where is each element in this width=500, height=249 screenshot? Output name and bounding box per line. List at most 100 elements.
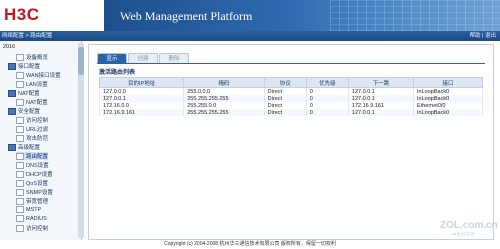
page-icon <box>16 72 24 80</box>
folder-icon <box>8 90 16 98</box>
table-cell: Direct <box>263 109 307 116</box>
table-cell: 0 <box>305 102 349 109</box>
table-cell: InLoopBack0 <box>413 95 483 102</box>
sidebar-item-label: 带宽管理 <box>26 199 49 205</box>
sidebar-scrollbar[interactable] <box>78 43 84 238</box>
col-protocol: 协议 <box>263 77 307 88</box>
sidebar-item[interactable]: 带宽管理 <box>16 197 49 206</box>
table-cell: 127.0.0.1 <box>347 109 415 116</box>
sidebar-item[interactable]: URL过滤 <box>16 125 49 134</box>
route-table: 目的IP地址 掩码 协议 优先级 下一跳 接口 127.0.0.0 255.0.0… <box>98 77 483 116</box>
sidebar-item[interactable]: LAN设置 <box>16 80 48 89</box>
table-cell: 255.255.0.0 <box>183 102 265 109</box>
col-dest-ip: 目的IP地址 <box>98 77 185 88</box>
page-icon <box>16 225 24 233</box>
col-priority: 优先级 <box>305 77 349 88</box>
page-icon <box>16 189 24 197</box>
page-icon <box>16 153 24 161</box>
watermark-subtext: 中关村在线 <box>452 232 475 237</box>
sidebar-item-label: 访问控制 <box>26 118 49 124</box>
sidebar-item-label: NAT配置 <box>18 91 40 97</box>
table-row[interactable]: 127.0.0.0 255.0.0.0 Direct 0 127.0.0.1 InLoop… <box>98 87 483 95</box>
table-header-row: 目的IP地址 掩码 协议 优先级 下一跳 接口 <box>98 77 483 88</box>
page-icon <box>16 99 24 107</box>
col-next-hop: 下一跳 <box>347 77 415 88</box>
page-icon <box>16 215 24 222</box>
sidebar-item-label: DHCP设置 <box>26 172 53 178</box>
sidebar-scroll-thumb[interactable] <box>78 47 84 75</box>
sidebar-item-label: WAN接口设置 <box>26 73 61 79</box>
sidebar-item[interactable]: MSTP <box>16 206 41 213</box>
sidebar-item-label: LAN设置 <box>26 82 48 88</box>
col-mask: 掩码 <box>183 77 265 88</box>
tab-underline <box>97 63 485 64</box>
sidebar-item[interactable]: NAT配置 <box>16 98 48 107</box>
page-icon <box>16 135 24 143</box>
navbar: 网络配置 > 路由配置 帮助 | 退出 <box>0 31 500 41</box>
sidebar-item[interactable]: WAN接口设置 <box>16 71 61 80</box>
table-row[interactable]: 127.0.0.1 255.255.255.255 Direct 0 127.0.0.1… <box>98 95 483 102</box>
sidebar-item-label: 访问控制 <box>26 226 49 232</box>
sidebar-item-label: 设备概览 <box>26 55 49 61</box>
sidebar-item[interactable]: DNS设置 <box>16 161 49 170</box>
sidebar-item[interactable]: 高级配置 <box>8 143 41 152</box>
sidebar-item[interactable]: 攻击防范 <box>16 134 48 143</box>
banner-grid-decoration <box>330 0 500 31</box>
table-cell: 255.0.0.0 <box>183 87 265 95</box>
banner-title: Web Management Platform <box>120 9 253 23</box>
folder-icon <box>8 144 16 152</box>
sidebar-item-label: 安全配置 <box>18 109 41 115</box>
sidebar-item-label: 路由配置 <box>26 154 49 160</box>
sidebar-item-label: MSTP <box>26 206 42 213</box>
table-cell: 127.0.0.1 <box>98 95 185 102</box>
tree-root[interactable]: 2016 <box>3 44 15 50</box>
main-panel: 显示 创建 删除 激活路由列表 目的IP地址 掩码 协议 优先级 下一跳 接口 … <box>88 44 494 240</box>
table-cell: Direct <box>263 102 307 109</box>
sidebar-item-label: SNMP设置 <box>26 190 53 196</box>
page-icon <box>16 54 24 62</box>
page-icon <box>16 162 24 170</box>
sidebar-item[interactable]: 路由配置 <box>16 152 49 161</box>
sidebar-item-label: 接口配置 <box>18 64 41 70</box>
table-cell: InLoopBack0 <box>413 87 483 95</box>
sidebar-item-label: NAT配置 <box>26 100 48 106</box>
sidebar-item[interactable]: 访问控制 <box>16 224 49 233</box>
page-icon <box>16 117 24 125</box>
header: H3C Web Management Platform <box>0 0 500 31</box>
sidebar-item[interactable]: 访问控制 <box>16 116 49 125</box>
table-cell: 255.255.255.255 <box>183 95 265 102</box>
table-cell: 255.255.255.255 <box>183 109 265 116</box>
watermark-logo: ZOL.com.cn <box>440 220 498 231</box>
table-cell: InLoopBack0 <box>413 109 483 116</box>
sidebar-item[interactable]: NAT配置 <box>8 89 40 98</box>
sidebar-item-label: URL过滤 <box>26 127 49 133</box>
table-cell: 127.0.0.1 <box>347 87 415 95</box>
page-icon <box>16 206 24 213</box>
route-table-body: 127.0.0.0 255.0.0.0 Direct 0 127.0.0.1 InLoop… <box>98 87 483 116</box>
table-cell: 127.0.0.1 <box>347 95 415 102</box>
h3c-logo[interactable]: H3C <box>4 5 40 25</box>
table-cell: 172.16.0.0 <box>98 102 185 109</box>
sidebar: 2016 设备概览接口配置 WAN接口设置 LAN设置 NAT配置 NAT配置安全配置访… <box>0 41 82 240</box>
sidebar-item[interactable]: 安全配置 <box>8 107 41 116</box>
sidebar-item[interactable]: 接口配置 <box>8 62 41 71</box>
sidebar-item[interactable]: 设备概览 <box>16 53 49 62</box>
col-interface: 接口 <box>413 77 483 88</box>
sidebar-item-label: RADIUS <box>26 215 47 222</box>
sidebar-item-label: QoS设置 <box>26 181 49 187</box>
sidebar-item[interactable]: SNMP设置 <box>16 188 53 197</box>
sidebar-item-label: 高级配置 <box>18 145 41 151</box>
sidebar-item[interactable]: DHCP设置 <box>16 170 53 179</box>
breadcrumb: 网络配置 > 路由配置 <box>2 33 53 39</box>
table-cell: 0 <box>305 95 349 102</box>
page-icon <box>16 171 24 179</box>
page-icon <box>16 180 24 188</box>
sidebar-item[interactable]: RADIUS <box>16 215 47 222</box>
nav-actions[interactable]: 帮助 | 退出 <box>470 31 497 41</box>
page-icon <box>16 198 24 206</box>
table-cell: 172.16.9.161 <box>98 109 185 116</box>
sidebar-item[interactable]: QoS设置 <box>16 179 49 188</box>
table-row[interactable]: 172.16.9.161 255.255.255.255 Direct 0 127.0.… <box>98 109 483 116</box>
table-row[interactable]: 172.16.0.0 255.255.0.0 Direct 0 172.16.9.161… <box>98 102 483 109</box>
table-cell: 0 <box>305 109 349 116</box>
